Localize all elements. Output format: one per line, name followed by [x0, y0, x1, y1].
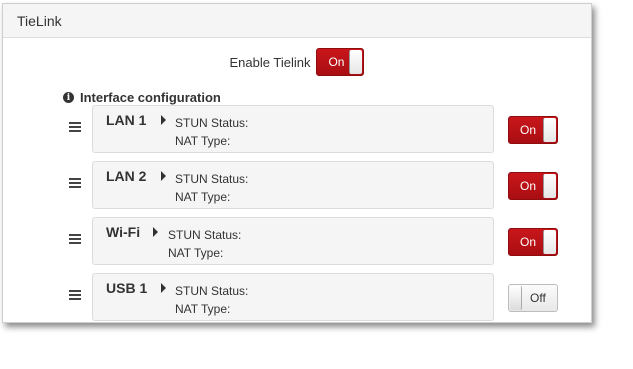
- info-circle-icon: i: [63, 92, 74, 103]
- toggle-knob: [543, 174, 556, 198]
- nat-type-label: NAT Type:: [175, 190, 231, 204]
- stun-info: STUN Status: NAT Type:: [175, 282, 248, 318]
- drag-handle-icon[interactable]: [69, 290, 81, 300]
- interface-name: Wi-Fi: [106, 224, 141, 240]
- interface-row-lan1: LAN 1 STUN Status: NAT Type: On: [3, 105, 591, 155]
- stun-status-label: STUN Status:: [168, 228, 242, 242]
- toggle-label: On: [520, 123, 537, 137]
- interface-toggle-lan1[interactable]: On: [508, 116, 558, 144]
- stun-status-label: STUN Status:: [175, 172, 249, 186]
- interface-toggle-wrap: Off: [508, 284, 558, 312]
- nat-type-label: NAT Type:: [168, 246, 224, 260]
- interface-box: Wi-Fi STUN Status: NAT Type:: [92, 217, 494, 265]
- toggle-label: On: [328, 55, 345, 69]
- interface-config-heading: i Interface configuration: [63, 90, 221, 105]
- interface-row-wifi: Wi-Fi STUN Status: NAT Type: On: [3, 217, 591, 267]
- interface-row-lan2: LAN 2 STUN Status: NAT Type: On: [3, 161, 591, 211]
- caret-right-icon[interactable]: [161, 283, 166, 293]
- interface-config-title: Interface configuration: [80, 90, 221, 105]
- enable-tielink-toggle[interactable]: On: [316, 48, 365, 76]
- enable-tielink-row: Enable Tielink On: [3, 48, 591, 76]
- nat-type-label: NAT Type:: [175, 134, 231, 148]
- tielink-panel: TieLink Enable Tielink On i Interface co…: [2, 3, 592, 323]
- toggle-knob: [349, 50, 363, 74]
- caret-right-icon[interactable]: [153, 227, 158, 237]
- stun-info: STUN Status: NAT Type:: [175, 114, 248, 150]
- interface-box: USB 1 STUN Status: NAT Type:: [92, 273, 494, 321]
- nat-type-label: NAT Type:: [175, 302, 231, 316]
- stun-info: STUN Status: NAT Type:: [175, 170, 248, 206]
- interface-row-usb1: USB 1 STUN Status: NAT Type: Off: [3, 273, 591, 322]
- interface-toggle-wrap: On: [508, 228, 558, 256]
- stun-info: STUN Status: NAT Type:: [168, 226, 241, 262]
- interface-box: LAN 1 STUN Status: NAT Type:: [92, 105, 494, 153]
- toggle-knob: [543, 118, 556, 142]
- enable-tielink-label: Enable Tielink: [229, 54, 311, 70]
- toggle-label: On: [520, 235, 537, 249]
- drag-handle-icon[interactable]: [69, 178, 81, 188]
- toggle-label: On: [520, 179, 537, 193]
- drag-handle-icon[interactable]: [69, 234, 81, 244]
- panel-header: TieLink: [3, 4, 591, 38]
- interface-toggle-wrap: On: [508, 116, 558, 144]
- interface-name: LAN 2: [106, 168, 147, 184]
- panel-title: TieLink: [17, 12, 62, 29]
- toggle-label: Off: [530, 291, 546, 305]
- interface-toggle-lan2[interactable]: On: [508, 172, 558, 200]
- caret-right-icon[interactable]: [161, 171, 166, 181]
- caret-right-icon[interactable]: [161, 115, 166, 125]
- toggle-knob: [543, 230, 556, 254]
- stun-status-label: STUN Status:: [175, 116, 249, 130]
- interface-box: LAN 2 STUN Status: NAT Type:: [92, 161, 494, 209]
- interface-name: USB 1: [106, 280, 148, 296]
- interface-toggle-wrap: On: [508, 172, 558, 200]
- toggle-knob: [510, 286, 522, 310]
- interface-toggle-usb1[interactable]: Off: [508, 284, 558, 312]
- drag-handle-icon[interactable]: [69, 122, 81, 132]
- interface-name: LAN 1: [106, 112, 147, 128]
- stun-status-label: STUN Status:: [175, 284, 249, 298]
- interface-toggle-wifi[interactable]: On: [508, 228, 558, 256]
